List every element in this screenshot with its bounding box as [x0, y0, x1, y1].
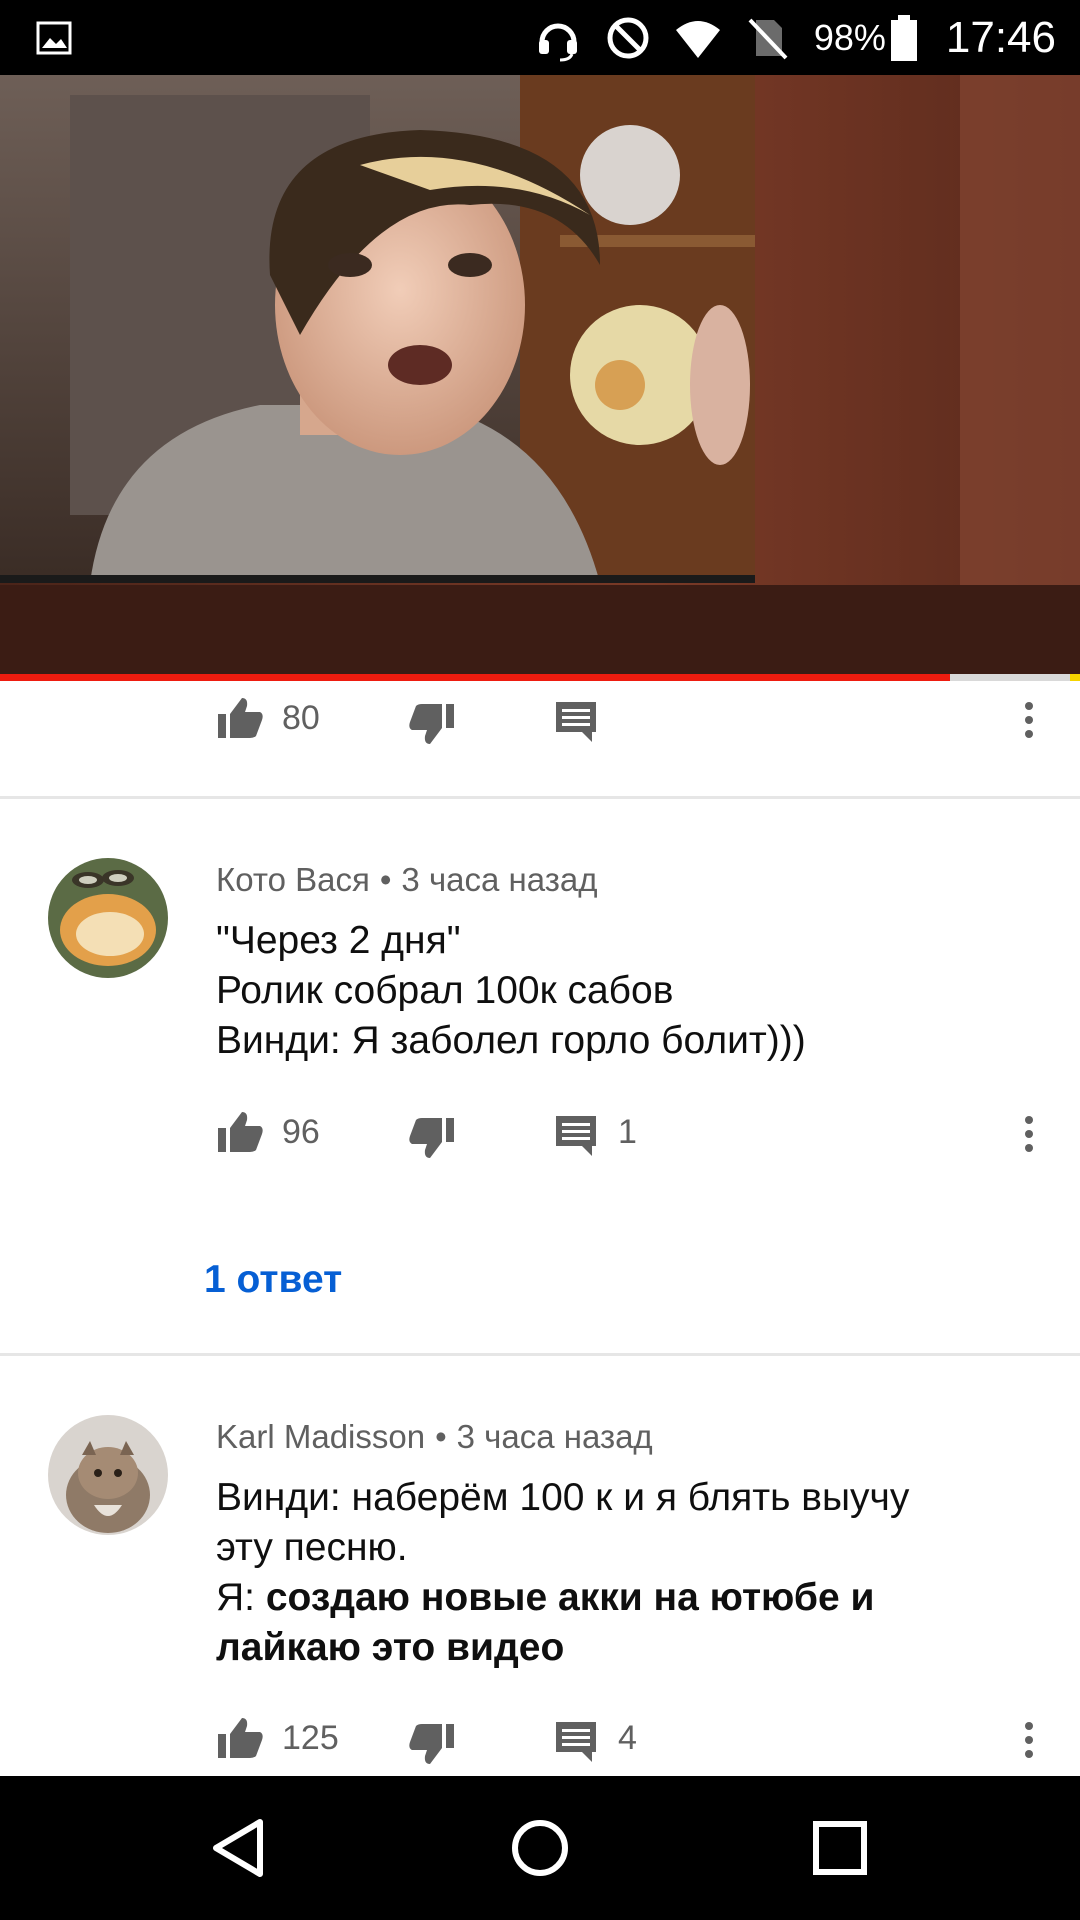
battery-icon [890, 14, 917, 61]
video-player[interactable] [0, 75, 1080, 675]
comment-actions: 96 1 [216, 1108, 1080, 1168]
like-icon[interactable] [216, 1108, 264, 1156]
reply-count: 1 [618, 1113, 637, 1151]
meta-separator: • [435, 1418, 447, 1455]
battery-percent: 98% [813, 16, 886, 58]
dislike-icon[interactable] [408, 1720, 456, 1768]
no-sim-icon [748, 18, 788, 59]
battery-indicator: 98% [813, 14, 918, 61]
comment-bold-line: лайкаю это видео [216, 1626, 565, 1669]
back-icon[interactable] [204, 1812, 276, 1884]
comment-line: эту песню. [216, 1526, 408, 1569]
avatar-image [48, 858, 168, 978]
comment-time: 3 часа назад [456, 1418, 653, 1455]
comment-body: Винди: наберём 100 к и я блять выучу эту… [216, 1473, 996, 1673]
navigation-bar [0, 1776, 1080, 1920]
reply-count: 4 [618, 1719, 637, 1757]
comment-actions: 80 [216, 694, 1080, 754]
meta-separator: • [379, 861, 392, 898]
do-not-disturb-icon [607, 17, 649, 58]
more-options-icon[interactable] [1014, 1718, 1044, 1766]
video-progress-bar[interactable] [0, 674, 1080, 681]
video-progress-end [1070, 674, 1080, 681]
reply-icon[interactable] [552, 1112, 600, 1160]
comment-text: Я: [216, 1576, 266, 1619]
comment-divider [0, 796, 1080, 799]
image-notification-icon [36, 21, 72, 55]
comment-actions: 125 4 [216, 1714, 1080, 1774]
comment-line: "Через 2 дня" [216, 919, 461, 962]
like-count: 125 [282, 1719, 339, 1757]
comment-line: Винди: Я заболел горло болит))) [216, 1019, 806, 1062]
comment-bold-text: создаю новые акки на ютюбе и [265, 1576, 875, 1619]
like-icon[interactable] [216, 1714, 264, 1762]
dislike-icon[interactable] [408, 700, 456, 748]
video-progress-played [0, 674, 951, 681]
comment-author[interactable]: Karl Madisson [216, 1418, 425, 1455]
recents-icon[interactable] [804, 1812, 876, 1884]
view-replies-link[interactable]: 1 ответ [204, 1258, 342, 1302]
avatar[interactable] [48, 1415, 168, 1535]
video-frame [0, 75, 1080, 675]
more-options-icon[interactable] [1014, 698, 1044, 746]
comment-body: "Через 2 дня" Ролик собрал 100к сабов Ви… [216, 916, 996, 1066]
comment-time: 3 часа назад [401, 861, 598, 898]
more-options-icon[interactable] [1014, 1112, 1044, 1160]
headset-icon [538, 23, 577, 61]
comment-author[interactable]: Кото Вася [216, 861, 370, 898]
avatar[interactable] [48, 858, 168, 978]
like-count: 96 [282, 1113, 320, 1151]
comment-line: Я: создаю новые акки на ютюбе и [216, 1573, 996, 1623]
reply-icon[interactable] [552, 1718, 600, 1766]
wifi-icon [675, 20, 720, 58]
comment-meta: Karl Madisson • 3 часа назад [216, 1418, 653, 1456]
comment-divider [0, 1353, 1080, 1356]
comment-line: Ролик собрал 100к сабов [216, 969, 674, 1012]
dislike-icon[interactable] [408, 1114, 456, 1162]
like-icon[interactable] [216, 694, 264, 742]
home-icon[interactable] [504, 1812, 576, 1884]
clock: 17:46 [945, 12, 1056, 62]
status-bar: 98% 17:46 [0, 0, 1080, 75]
comment-meta: Кото Вася • 3 часа назад [216, 861, 597, 899]
avatar-image [48, 1415, 168, 1535]
comment-line: Винди: наберём 100 к и я блять выучу [216, 1476, 910, 1519]
reply-icon[interactable] [552, 698, 600, 746]
like-count: 80 [282, 699, 320, 737]
